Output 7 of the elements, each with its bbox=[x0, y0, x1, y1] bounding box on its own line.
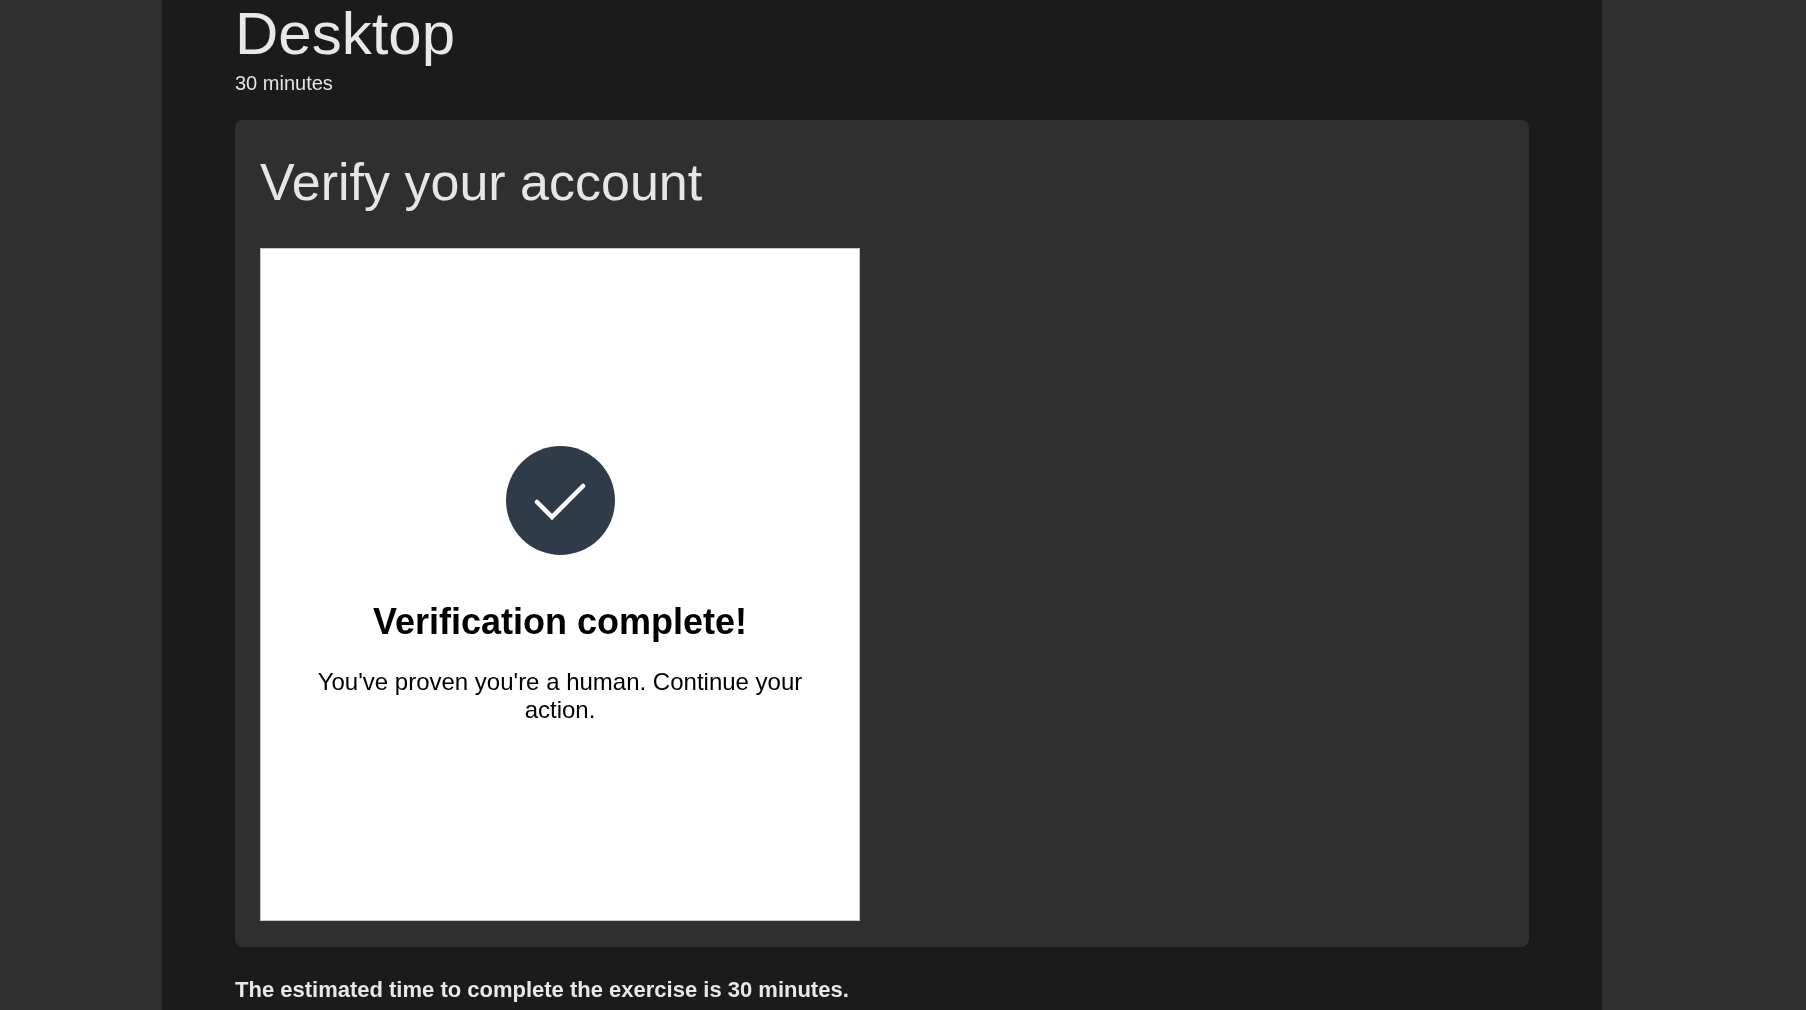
checkmark-icon bbox=[505, 446, 615, 555]
footer-note: The estimated time to complete the exercise is 30 minutes. bbox=[235, 976, 850, 1004]
verification-heading: Verification complete! bbox=[371, 601, 749, 643]
card-title: Verify your account bbox=[260, 152, 704, 212]
verification-message: You've proven you're a human. Continue your action. bbox=[316, 668, 804, 724]
duration-text: 30 minutes bbox=[235, 71, 334, 95]
page-title: Desktop bbox=[235, 0, 457, 68]
